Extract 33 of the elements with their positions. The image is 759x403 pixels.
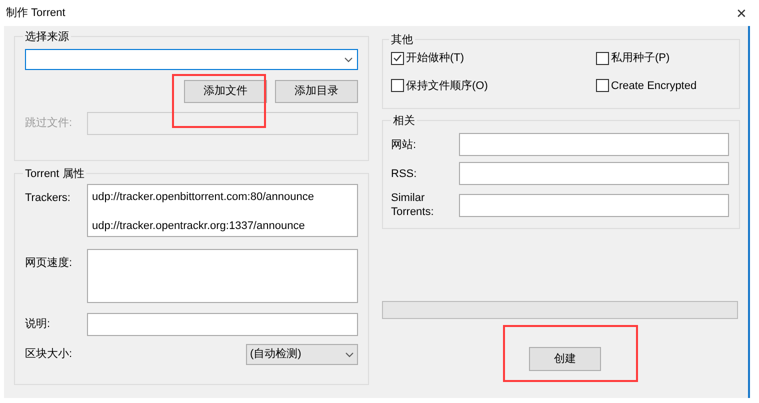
input-field[interactable] [459, 194, 729, 216]
checkbox[interactable] [391, 52, 404, 65]
tracker-url: udp://tracker.openbittorrent.com:80/announce [92, 190, 315, 205]
chevron-down-icon [344, 56, 353, 62]
comment-field[interactable] [87, 313, 358, 336]
piece-size-dropdown[interactable]: (自动检测) [246, 344, 358, 365]
field-label: RSS: [391, 166, 418, 180]
field-label: 网站: [391, 138, 418, 152]
checkbox-label: Create Encrypted [611, 78, 697, 94]
create-button[interactable]: 创建 [529, 347, 601, 371]
add-button[interactable]: 添加文件 [184, 80, 267, 103]
checkbox-label: 开始做种(T) [406, 51, 464, 66]
input-field[interactable] [459, 162, 729, 185]
field-label: 说明: [25, 317, 52, 332]
source-dropdown[interactable] [25, 49, 358, 70]
checkbox[interactable] [391, 79, 404, 92]
trackers-field[interactable]: udp://tracker.openbittorrent.com:80/announce udp://tracker.opentrackr.org:1337/announce [87, 184, 358, 237]
field-label: 网页速度: [25, 256, 74, 271]
field-label: Trackers: [25, 191, 72, 206]
field-label: Similar Torrents: [391, 191, 435, 219]
close-button[interactable]: ✕ [736, 6, 747, 20]
web-seeds-field[interactable] [87, 249, 358, 303]
tracker-url: udp://tracker.opentrackr.org:1337/announce [92, 218, 306, 234]
field-label: 区块大小: [25, 347, 72, 362]
checkbox[interactable] [596, 52, 609, 65]
chevron-down-icon [345, 352, 354, 358]
checkbox-label: 保持文件顺序(O) [406, 78, 488, 94]
input-field[interactable] [459, 133, 729, 156]
field-label: 跳过文件: [25, 116, 74, 132]
window-title: 制作 Torrent [6, 6, 66, 21]
checkbox-label: 私用种子(P) [611, 51, 670, 66]
add-button[interactable]: 添加目录 [275, 80, 358, 103]
checkbox[interactable] [596, 79, 609, 92]
